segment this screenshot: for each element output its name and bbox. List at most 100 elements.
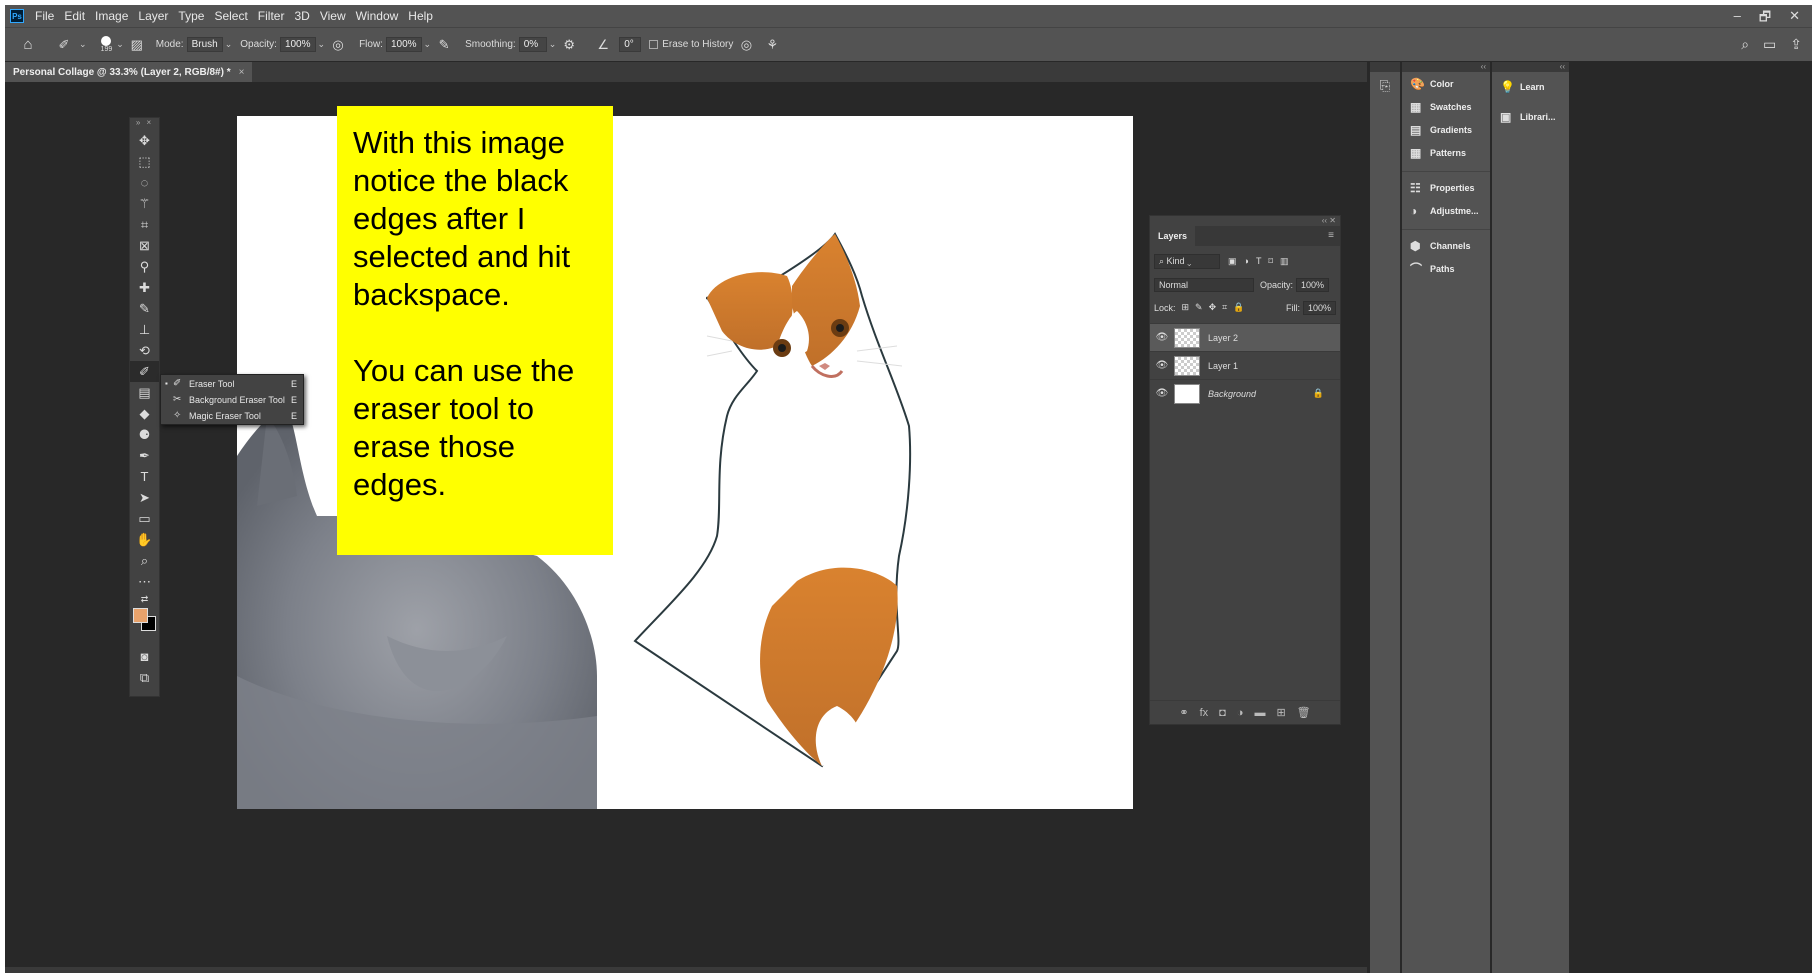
crop-tool-icon[interactable]: ⌗ (130, 214, 159, 235)
brush-settings-icon[interactable]: ▨ (128, 36, 146, 54)
screen-mode-icon[interactable]: ⧉ (130, 667, 159, 688)
menu-help[interactable]: Help (403, 9, 438, 23)
quick-mask-icon[interactable]: ◙ (130, 646, 159, 667)
smoothing-input[interactable]: 0% (518, 37, 547, 52)
erase-to-history-checkbox[interactable] (649, 40, 659, 49)
brush-size-picker[interactable]: 199 (101, 36, 112, 53)
panel-menu-icon[interactable]: ≡ (1328, 230, 1334, 241)
dodge-tool-icon[interactable]: ⚈ (130, 424, 159, 445)
dock-item-swatches[interactable]: ▦ Swatches (1402, 95, 1490, 118)
menu-type[interactable]: Type (173, 9, 209, 23)
dock-collapse[interactable]: ‹‹ (1402, 62, 1490, 72)
eye-icon[interactable]: 👁 (1150, 332, 1174, 343)
link-layers-icon[interactable]: ⚭ (1179, 706, 1188, 719)
filter-kind-select[interactable]: ⌕ Kind ⌄ (1154, 254, 1220, 269)
add-mask-icon[interactable]: ◘ (1219, 707, 1226, 719)
trash-icon[interactable]: 🗑 (1297, 706, 1311, 719)
path-selection-tool-icon[interactable]: ➤ (130, 487, 159, 508)
airbrush-icon[interactable]: ✎ (435, 36, 453, 54)
menu-3d[interactable]: 3D (289, 9, 314, 23)
close-tab-icon[interactable]: × (239, 67, 245, 78)
toolbox-header[interactable]: » × (130, 118, 159, 130)
dock-item-properties[interactable]: ☷ Properties (1402, 176, 1490, 199)
dock-item-patterns[interactable]: ▦ Patterns (1402, 141, 1490, 164)
menu-select[interactable]: Select (209, 9, 252, 23)
eraser-tool-icon[interactable]: ✐ (130, 361, 159, 382)
lasso-tool-icon[interactable]: ◌ (130, 172, 159, 193)
blend-mode-select[interactable]: Normal (1154, 277, 1254, 292)
menu-view[interactable]: View (315, 9, 351, 23)
magic-wand-tool-icon[interactable]: ⚚ (130, 193, 159, 214)
type-tool-icon[interactable]: T (130, 466, 159, 487)
layer-row-background[interactable]: 👁 Background 🔒 (1150, 379, 1340, 407)
eye-icon[interactable]: 👁 (1150, 360, 1174, 371)
chevron-down-icon[interactable]: ⌄ (225, 39, 233, 50)
history-icon[interactable]: ⎘ (1370, 78, 1400, 94)
menu-window[interactable]: Window (351, 9, 404, 23)
mode-select[interactable]: Brush (186, 37, 223, 52)
dock-item-paths[interactable]: ⌒ Paths (1402, 257, 1490, 280)
move-tool-icon[interactable]: ✥ (130, 130, 159, 151)
eyedropper-tool-icon[interactable]: ⚲ (130, 256, 159, 277)
eraser-preset-icon[interactable]: ✐ (55, 36, 73, 54)
blur-tool-icon[interactable]: ◆ (130, 403, 159, 424)
chevron-down-icon[interactable]: ⌄ (79, 39, 87, 50)
flyout-item-background-eraser[interactable]: ✂ Background Eraser Tool E (161, 392, 303, 407)
healing-brush-tool-icon[interactable]: ✚ (130, 277, 159, 298)
pressure-size-icon[interactable]: ◎ (737, 36, 755, 54)
swap-colors-icon[interactable]: ⇄ (130, 592, 159, 606)
chevron-down-icon[interactable]: ⌄ (549, 39, 557, 50)
dock-collapse[interactable]: ‹‹ (1492, 62, 1569, 72)
gear-icon[interactable]: ⚙ (560, 36, 578, 54)
foreground-color-swatch[interactable] (133, 608, 148, 623)
marquee-tool-icon[interactable]: ⬚ (130, 151, 159, 172)
dock-item-libraries[interactable]: ▣ Librari... (1492, 102, 1569, 132)
search-icon[interactable]: ⌕ (1741, 36, 1749, 53)
menu-filter[interactable]: Filter (253, 9, 290, 23)
clone-stamp-tool-icon[interactable]: ⊥ (130, 319, 159, 340)
dock-item-learn[interactable]: 💡 Learn (1492, 72, 1569, 102)
dock-collapse[interactable] (1370, 62, 1400, 72)
eye-icon[interactable]: 👁 (1150, 388, 1174, 399)
dock-item-gradients[interactable]: ▤ Gradients (1402, 118, 1490, 141)
brush-tool-icon[interactable]: ✎ (130, 298, 159, 319)
rectangle-tool-icon[interactable]: ▭ (130, 508, 159, 529)
new-group-icon[interactable]: ▬ (1254, 707, 1265, 719)
panel-collapse-controls[interactable]: ‹‹ ✕ (1150, 216, 1340, 226)
flow-input[interactable]: 100% (385, 37, 422, 52)
pen-tool-icon[interactable]: ✒ (130, 445, 159, 466)
hand-tool-icon[interactable]: ✋ (130, 529, 159, 550)
share-icon[interactable]: ⇪ (1790, 36, 1802, 53)
flyout-item-magic-eraser[interactable]: ✧ Magic Eraser Tool E (161, 408, 303, 423)
menu-edit[interactable]: Edit (59, 9, 90, 23)
symmetry-icon[interactable]: ⚘ (763, 36, 781, 54)
chevron-down-icon[interactable]: ⌄ (116, 39, 124, 50)
gradient-tool-icon[interactable]: ▤ (130, 382, 159, 403)
frame-tool-icon[interactable]: ⊠ (130, 235, 159, 256)
opacity-input[interactable]: 100% (279, 37, 316, 52)
layer-opacity-input[interactable]: 100% (1296, 277, 1330, 292)
menu-file[interactable]: File (30, 9, 59, 23)
lock-icons[interactable]: ⊞✎✥⌗🔒 (1182, 302, 1251, 313)
fx-icon[interactable]: fx (1200, 707, 1209, 719)
pressure-opacity-icon[interactable]: ◎ (329, 36, 347, 54)
layer-row-layer-2[interactable]: 👁 Layer 2 (1150, 323, 1340, 351)
document-tab[interactable]: Personal Collage @ 33.3% (Layer 2, RGB/8… (5, 62, 253, 82)
menu-layer[interactable]: Layer (133, 9, 173, 23)
dock-item-adjustments[interactable]: ◑ Adjustme... (1402, 199, 1490, 222)
zoom-tool-icon[interactable]: ⌕ (130, 550, 159, 571)
history-brush-tool-icon[interactable]: ⟲ (130, 340, 159, 361)
new-layer-icon[interactable]: ⊞ (1276, 706, 1285, 719)
workspace-icon[interactable]: ▭ (1763, 36, 1776, 53)
more-tools-icon[interactable]: ⋯ (130, 571, 159, 592)
tab-layers[interactable]: Layers (1150, 226, 1196, 246)
dock-item-channels[interactable]: ⬢ Channels (1402, 234, 1490, 257)
layer-row-layer-1[interactable]: 👁 Layer 1 (1150, 351, 1340, 379)
filter-icons[interactable]: ▣◑T⌑▥ (1228, 256, 1296, 267)
home-icon[interactable]: ⌂ (19, 36, 37, 54)
flyout-item-eraser[interactable]: ▪ ✐ Eraser Tool E (161, 376, 303, 391)
fill-input[interactable]: 100% (1302, 300, 1336, 315)
menu-image[interactable]: Image (90, 9, 133, 23)
adjustment-layer-icon[interactable]: ◑ (1237, 707, 1244, 719)
dock-item-color[interactable]: 🎨 Color (1402, 72, 1490, 95)
